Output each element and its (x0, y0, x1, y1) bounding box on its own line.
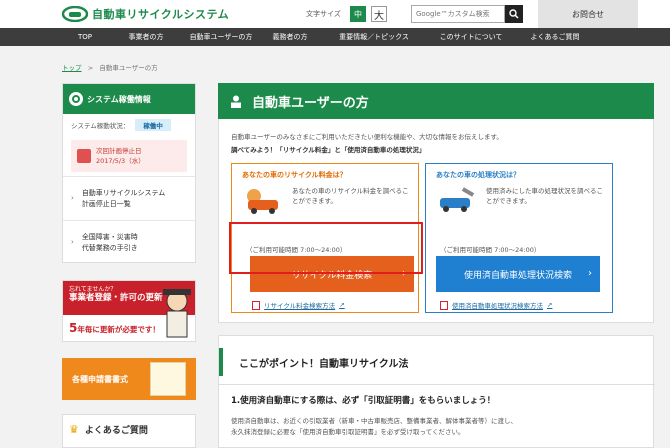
font-size-large-button[interactable]: 大 (371, 6, 387, 22)
processing-status-search-label: 使用済自動車処理状況検索 (463, 270, 572, 281)
chevron-right-icon: › (588, 268, 592, 279)
person-icon (231, 95, 241, 108)
recycle-fee-howto-text: リサイクル料金検索方法 (264, 302, 336, 310)
breadcrumb-separator: > (87, 64, 94, 72)
point-subheading: 1.使用済自動車にする際は、必ず「引取証明書」をもらいましょう！ (231, 396, 496, 406)
font-size-label: 文字サイズ (306, 10, 341, 18)
chevron-right-icon: › (71, 194, 74, 202)
system-status-header: システム稼働情報 (63, 84, 195, 114)
calendar-icon (77, 149, 91, 163)
processing-status-howto-text: 使用済自動車処理状況検索方法 (452, 302, 543, 310)
intro-text: 自動車ユーザーのみなさまにご利用いただきたい便利な機能や、大切な情報をお伝えしま… (231, 133, 503, 141)
point-title: ここがポイント！自動車リサイクル法 (219, 348, 655, 376)
document-icon (252, 300, 260, 310)
page-title-bar: 自動車ユーザーの方 (218, 83, 654, 119)
renewal-small-text: 忘れてませんか？ (69, 286, 117, 293)
chevron-right-icon: › (71, 238, 74, 246)
clipboard-icon (150, 362, 186, 396)
nav-top[interactable]: TOP (62, 28, 108, 46)
car-fee-icon (247, 189, 278, 214)
car-processing-icon (440, 187, 475, 212)
gear-icon (69, 92, 83, 106)
processing-status-howto-link[interactable]: 使用済自動車処理状況検索方法 ↗ (440, 300, 552, 310)
search-icon (509, 9, 519, 19)
nav-faq[interactable]: よくあるご質問 (516, 28, 594, 46)
renewal-banner[interactable]: 忘れてませんか？ 事業者登録・許可の更新 5年毎に更新が必要です！ (62, 280, 196, 342)
recycle-fee-description: あなたの車のリサイクル料金を調べることができます。 (292, 187, 409, 205)
faq-banner[interactable]: ♛ よくあるご質問 (62, 414, 196, 448)
font-size-medium-button[interactable]: 中 (350, 6, 366, 22)
mascot-character-icon (163, 289, 191, 338)
sidebar-link-text: 全国障害・災害時 (81, 232, 138, 241)
processing-status-description: 使用済みにした車の処理状況を調べることができます。 (486, 187, 603, 205)
application-forms-banner[interactable]: 各種申請書書式 (62, 358, 196, 400)
external-link-icon: ↗ (339, 301, 345, 309)
global-nav: TOP 事業者の方 自動車ユーザーの方 義務者の方 重要情報／トピックス このサ… (0, 28, 670, 46)
document-icon (440, 300, 448, 310)
site-header: 自動車リサイクルシステム 文字サイズ 中 大 お問合せ (0, 0, 670, 28)
contact-link[interactable]: お問合せ (538, 0, 638, 28)
nav-car-users[interactable]: 自動車ユーザーの方 (184, 28, 258, 46)
site-name: 自動車リサイクルシステム (92, 8, 230, 21)
divider (219, 384, 655, 385)
processing-status-card: あなたの車の処理状況は？ 使用済みにした車の処理状況を調べることができます。 （… (425, 163, 613, 313)
site-logo[interactable]: 自動車リサイクルシステム (62, 6, 229, 22)
breadcrumb: トップ > 自動車ユーザーの方 (62, 62, 158, 72)
sidebar-link-maintenance-list[interactable]: › 自動車リサイクルシステム 計画停止日一覧 (63, 176, 195, 220)
main-content-panel: 自動車ユーザーのみなさまにご利用いただきたい便利な機能や、大切な情報をお伝えしま… (218, 119, 654, 323)
processing-status-hours: （ご利用可能時間 7:00～24:00） (440, 246, 541, 254)
nav-topics[interactable]: 重要情報／トピックス (322, 28, 426, 46)
search-input[interactable] (411, 5, 505, 23)
status-label: システム稼動状況： (71, 122, 130, 130)
breadcrumb-home[interactable]: トップ (62, 64, 82, 72)
renewal-text: 年毎に更新が必要です！ (77, 325, 160, 334)
recycle-logo-icon (62, 6, 88, 22)
sidebar-link-text: 代替業務の手引き (81, 243, 138, 252)
processing-status-search-button[interactable]: 使用済自動車処理状況検索 › (436, 256, 600, 292)
sidebar-link-disaster-guide[interactable]: › 全国障害・災害時 代替業務の手引き (63, 220, 195, 264)
next-maintenance-date: 2017/5/3（水） (96, 157, 145, 165)
page-title: 自動車ユーザーの方 (252, 95, 369, 111)
nav-business[interactable]: 事業者の方 (108, 28, 184, 46)
breadcrumb-current: 自動車ユーザーの方 (99, 64, 158, 72)
point-body-line: 永久抹消登録に必要な「使用済自動車引取証明書」を必ず受け取ってください。 (231, 428, 465, 436)
recycle-fee-howto-link[interactable]: リサイクル料金検索方法 ↗ (252, 300, 345, 310)
nav-about[interactable]: このサイトについて (426, 28, 516, 46)
point-body: 使用済自動車は、お近くの引取業者（新車・中古車販売店、整備事業者、解体事業者等）… (231, 416, 641, 438)
next-maintenance: 次回計画停止日 2017/5/3（水） (71, 140, 187, 172)
processing-status-question: あなたの車の処理状況は？ (436, 171, 520, 179)
highlight-box (229, 222, 423, 274)
forms-label: 各種申請書書式 (72, 374, 128, 384)
intro-subheading: 調べてみよう！「リサイクル料金」と「使用済自動車の処理状況」 (231, 146, 426, 154)
recycle-fee-question: あなたの車のリサイクル料金は？ (242, 171, 347, 179)
system-status-title: システム稼働情報 (87, 94, 151, 104)
sidebar-link-text: 自動車リサイクルシステム (81, 188, 166, 197)
status-row: システム稼動状況： 稼働中 (63, 114, 195, 136)
system-status-panel: システム稼働情報 システム稼動状況： 稼働中 次回計画停止日 2017/5/3（… (62, 83, 196, 263)
nav-obligors[interactable]: 義務者の方 (258, 28, 322, 46)
status-badge: 稼働中 (135, 119, 171, 131)
point-body-line: 使用済自動車は、お近くの引取業者（新車・中古車販売店、整備事業者、解体事業者等）… (231, 417, 517, 425)
external-link-icon: ↗ (547, 301, 553, 309)
faq-label: よくあるご質問 (84, 426, 148, 436)
next-maintenance-label: 次回計画停止日 (96, 147, 142, 155)
search-button[interactable] (505, 5, 523, 23)
point-section: ここがポイント！自動車リサイクル法 1.使用済自動車にする際は、必ず「引取証明書… (218, 335, 655, 448)
crown-icon: ♛ (69, 423, 79, 436)
sidebar-link-text: 計画停止日一覧 (81, 199, 131, 208)
